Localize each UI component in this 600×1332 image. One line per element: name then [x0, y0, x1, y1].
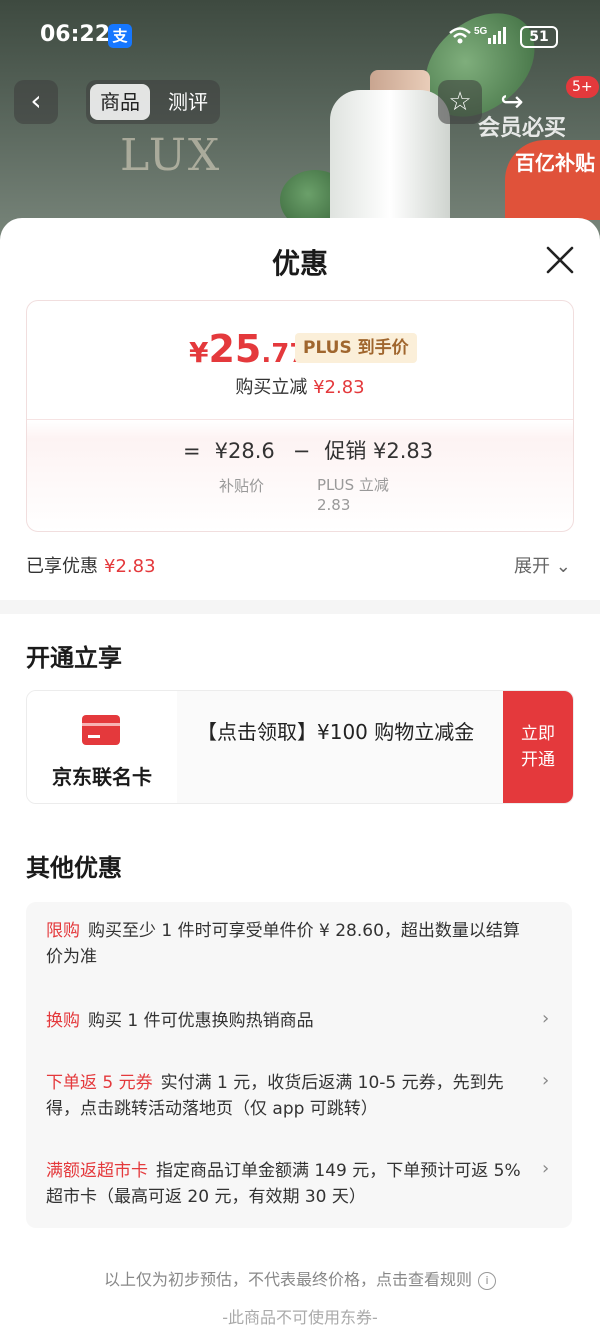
chevron-left-icon: ‹ — [30, 84, 42, 117]
status-bar: 06:22 支 5G 51 — [0, 0, 600, 70]
credit-card-icon — [82, 715, 120, 745]
tab-review[interactable]: 测评 — [158, 84, 218, 120]
close-icon — [546, 246, 574, 274]
status-time: 06:22 — [40, 22, 111, 47]
tab-product[interactable]: 商品 — [90, 84, 150, 120]
instant-reduction: 购买立减 ¥2.83 — [235, 377, 365, 398]
open-now-button[interactable]: 立即 开通 — [503, 691, 573, 803]
coupon-not-applicable-note: -此商品不可使用东券- — [222, 1308, 378, 1327]
price-breakdown-card: ¥25.77 PLUS 到手价 购买立减 ¥2.83 = ¥28.6− 促销 ¥2.… — [26, 300, 574, 532]
promo-item: 限购 购买至少 1 件时可享受单件价 ¥ 28.60，超出数量以结算价为准 — [46, 921, 520, 967]
card-offer-text: 【点击领取】¥100 购物立减金 — [197, 720, 475, 744]
open-section-title: 开通立享 — [26, 644, 122, 672]
cobrand-card-offer[interactable]: 京东联名卡 【点击领取】¥100 购物立减金 立即 开通 — [26, 690, 574, 804]
plus-price-badge: PLUS 到手价 — [295, 333, 417, 363]
promo-item[interactable]: 满额返超市卡 指定商品订单金额满 149 元，下单预计可返 5% 超市卡（最高可返… — [46, 1158, 526, 1210]
alipay-icon: 支 — [108, 24, 132, 48]
other-promos-list: 限购 购买至少 1 件时可享受单件价 ¥ 28.60，超出数量以结算价为准 换购购… — [26, 902, 572, 1228]
divider — [27, 419, 573, 420]
rules-link[interactable]: 以上仅为初步预估，不代表最终价格，点击查看规则 i — [0, 1266, 600, 1290]
subsidy-price: ¥28.6 — [214, 439, 275, 463]
back-button[interactable]: ‹ — [14, 80, 58, 124]
member-must-buy-label: 会员必买 — [478, 116, 567, 141]
chevron-right-icon: › — [542, 1070, 550, 1091]
promo-item[interactable]: 换购 购买 1 件可优惠换购热销商品 — [46, 1008, 526, 1034]
enjoyed-discount: 已享优惠 ¥2.83 — [26, 556, 156, 577]
final-price: ¥25.77 — [189, 327, 308, 371]
price-formula: = ¥28.6− 促销 ¥2.83 — [183, 439, 434, 463]
discount-sheet: 优惠 ¥25.77 PLUS 到手价 购买立减 ¥2.83 = ¥28.6− 促销 … — [0, 218, 600, 1332]
favorite-button[interactable]: ☆ — [438, 80, 482, 124]
svg-text:5G: 5G — [474, 26, 488, 37]
brand-logo: LUX — [120, 130, 222, 181]
promo-item[interactable]: 下单返 5 元券 实付满 1 元，收货后返满 10-5 元券，先到先得，点击跳转活… — [46, 1070, 526, 1122]
info-icon: i — [478, 1271, 496, 1290]
signal-icon: 5G — [448, 24, 510, 50]
chevron-right-icon: › — [542, 1158, 550, 1179]
battery-icon: 51 — [520, 26, 558, 48]
subsidy-badge: 百亿补贴 — [505, 140, 600, 220]
section-gap — [0, 600, 600, 614]
other-section-title: 其他优惠 — [26, 854, 122, 882]
expand-button[interactable]: 展开 ⌄ — [514, 552, 571, 578]
card-info: 京东联名卡 — [27, 691, 177, 803]
product-tabs: 商品 测评 — [86, 80, 220, 124]
subsidy-price-label: 补贴价 — [219, 477, 265, 495]
star-icon: ☆ — [448, 87, 472, 117]
promo-amount: 促销 ¥2.83 — [324, 439, 434, 463]
chevron-right-icon: › — [542, 1008, 550, 1029]
chevron-down-icon: ⌄ — [555, 556, 571, 577]
sheet-title: 优惠 — [271, 247, 328, 280]
close-button[interactable] — [540, 240, 580, 280]
card-name: 京东联名卡 — [52, 765, 152, 789]
plus-reduction-label: PLUS 立减 2.83 — [317, 476, 389, 514]
notification-badge: 5+ — [566, 76, 599, 98]
